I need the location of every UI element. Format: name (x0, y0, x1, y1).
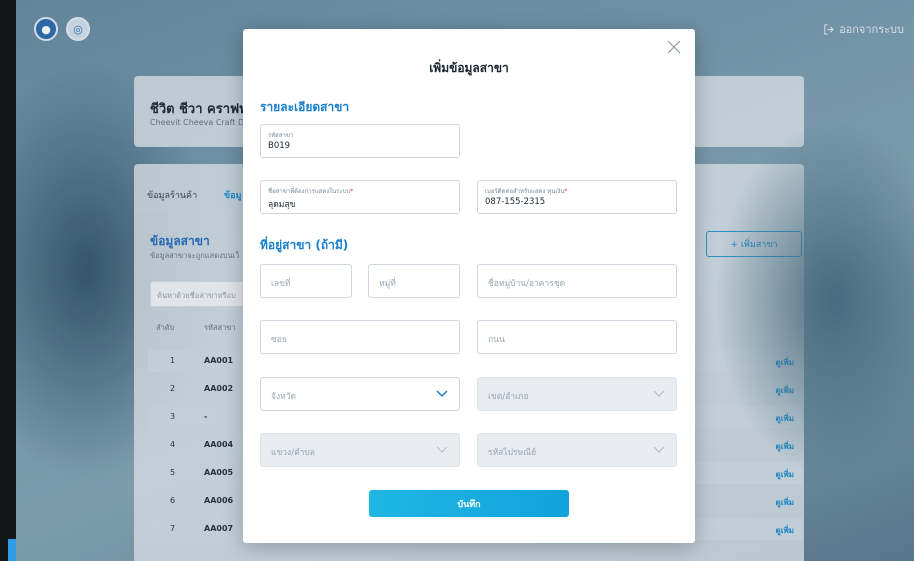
chevron-down-icon (436, 446, 448, 453)
branch-details-heading: รายละเอียดสาขา (260, 100, 350, 114)
save-button[interactable]: บันทึก (369, 490, 569, 517)
phone-value: 087-155-2315 (485, 197, 546, 207)
branch-address-heading: ที่อยู่สาขา (ถ้ามี) (260, 238, 349, 252)
close-icon[interactable] (667, 40, 681, 54)
phone-field[interactable]: เบอร์ติดต่อสำหรับแสดง ทุนเงิน* 087-155-2… (477, 180, 677, 214)
subdistrict-select[interactable]: แขวง/ตำบล (260, 433, 460, 467)
branch-display-name-value: ลุดมสุข (268, 200, 296, 210)
branch-code-field[interactable]: รหัสสาขา B019 (260, 124, 460, 158)
postcode-select[interactable]: รหัสไปรษณีย์ (477, 433, 677, 467)
branch-display-name-field[interactable]: ชื่อสาขาที่ต้องการแสดงในระบบ* ลุดมสุข (260, 180, 460, 214)
branch-display-name-label: ชื่อสาขาที่ต้องการแสดงในระบบ* (268, 188, 354, 195)
branch-code-value: B019 (268, 141, 291, 151)
postcode-placeholder: รหัสไปรษณีย์ (488, 448, 537, 458)
soi-placeholder: ซอย (271, 335, 287, 345)
add-branch-modal: เพิ่มข้อมูลสาขา รายละเอียดสาขา รหัสสาขา … (243, 29, 695, 543)
province-placeholder: จังหวัด (271, 392, 297, 402)
village-placeholder: ชื่อหมู่บ้าน/อาคารชุด (488, 279, 566, 289)
moo-input[interactable]: หมู่ที่ (368, 264, 460, 298)
road-input[interactable]: ถนน (477, 320, 677, 354)
chevron-down-icon (653, 446, 665, 453)
district-placeholder: เขต/อำเภอ (488, 392, 529, 402)
chevron-down-icon (653, 390, 665, 397)
edge-accent (8, 539, 16, 561)
chevron-down-icon (436, 390, 448, 398)
modal-title: เพิ่มข้อมูลสาขา (429, 61, 509, 75)
phone-label: เบอร์ติดต่อสำหรับแสดง ทุนเงิน* (485, 188, 568, 195)
house-number-input[interactable]: เลขที่ (260, 264, 352, 298)
district-select[interactable]: เขต/อำเภอ (477, 377, 677, 411)
moo-placeholder: หมู่ที่ (379, 279, 396, 289)
road-placeholder: ถนน (488, 335, 505, 345)
branch-code-label: รหัสสาขา (268, 132, 294, 139)
window-edge (0, 0, 16, 561)
province-select[interactable]: จังหวัด (260, 377, 460, 411)
village-input[interactable]: ชื่อหมู่บ้าน/อาคารชุด (477, 264, 677, 298)
soi-input[interactable]: ซอย (260, 320, 460, 354)
house-number-placeholder: เลขที่ (271, 279, 291, 289)
subdistrict-placeholder: แขวง/ตำบล (271, 448, 315, 458)
